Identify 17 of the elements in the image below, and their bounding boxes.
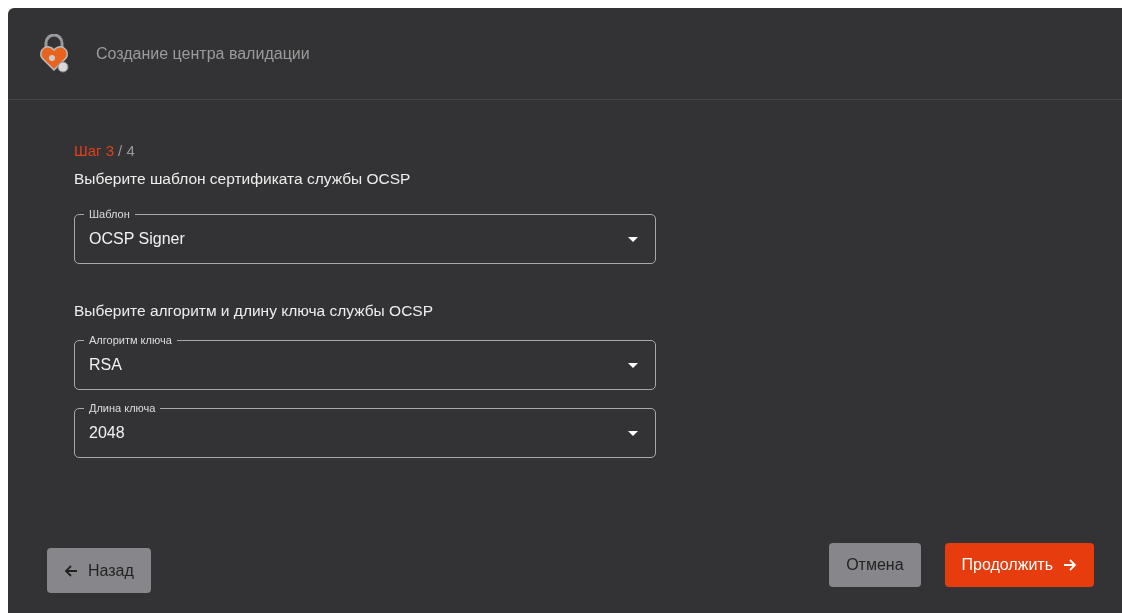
dropdown-field[interactable]: Шаблон OCSP Signer	[74, 207, 656, 264]
step-number: Шаг 3	[74, 142, 115, 159]
section-heading: Выберите алгоритм и длину ключа службы OCSP	[74, 302, 434, 320]
caret-icon	[628, 362, 638, 368]
step-total: / 4	[118, 142, 135, 159]
arrow-left-icon	[64, 564, 78, 577]
dialog-title: Создание центра валидации	[96, 44, 310, 63]
caret-icon	[628, 236, 638, 242]
arrow-right-icon	[1063, 559, 1077, 571]
caret-icon	[628, 430, 638, 436]
padlock-icon	[38, 33, 72, 74]
dropdown-field[interactable]: Длина ключа 2048	[74, 401, 656, 458]
cancel-button[interactable]: Отмена	[829, 543, 921, 587]
dropdown-field[interactable]: Алгоритм ключа RSA	[74, 333, 656, 390]
back-button[interactable]: Назад	[47, 548, 151, 593]
continue-button[interactable]: Продолжить	[944, 543, 1094, 587]
section-heading: Выберите шаблон сертификата службы OCSP	[74, 170, 412, 188]
